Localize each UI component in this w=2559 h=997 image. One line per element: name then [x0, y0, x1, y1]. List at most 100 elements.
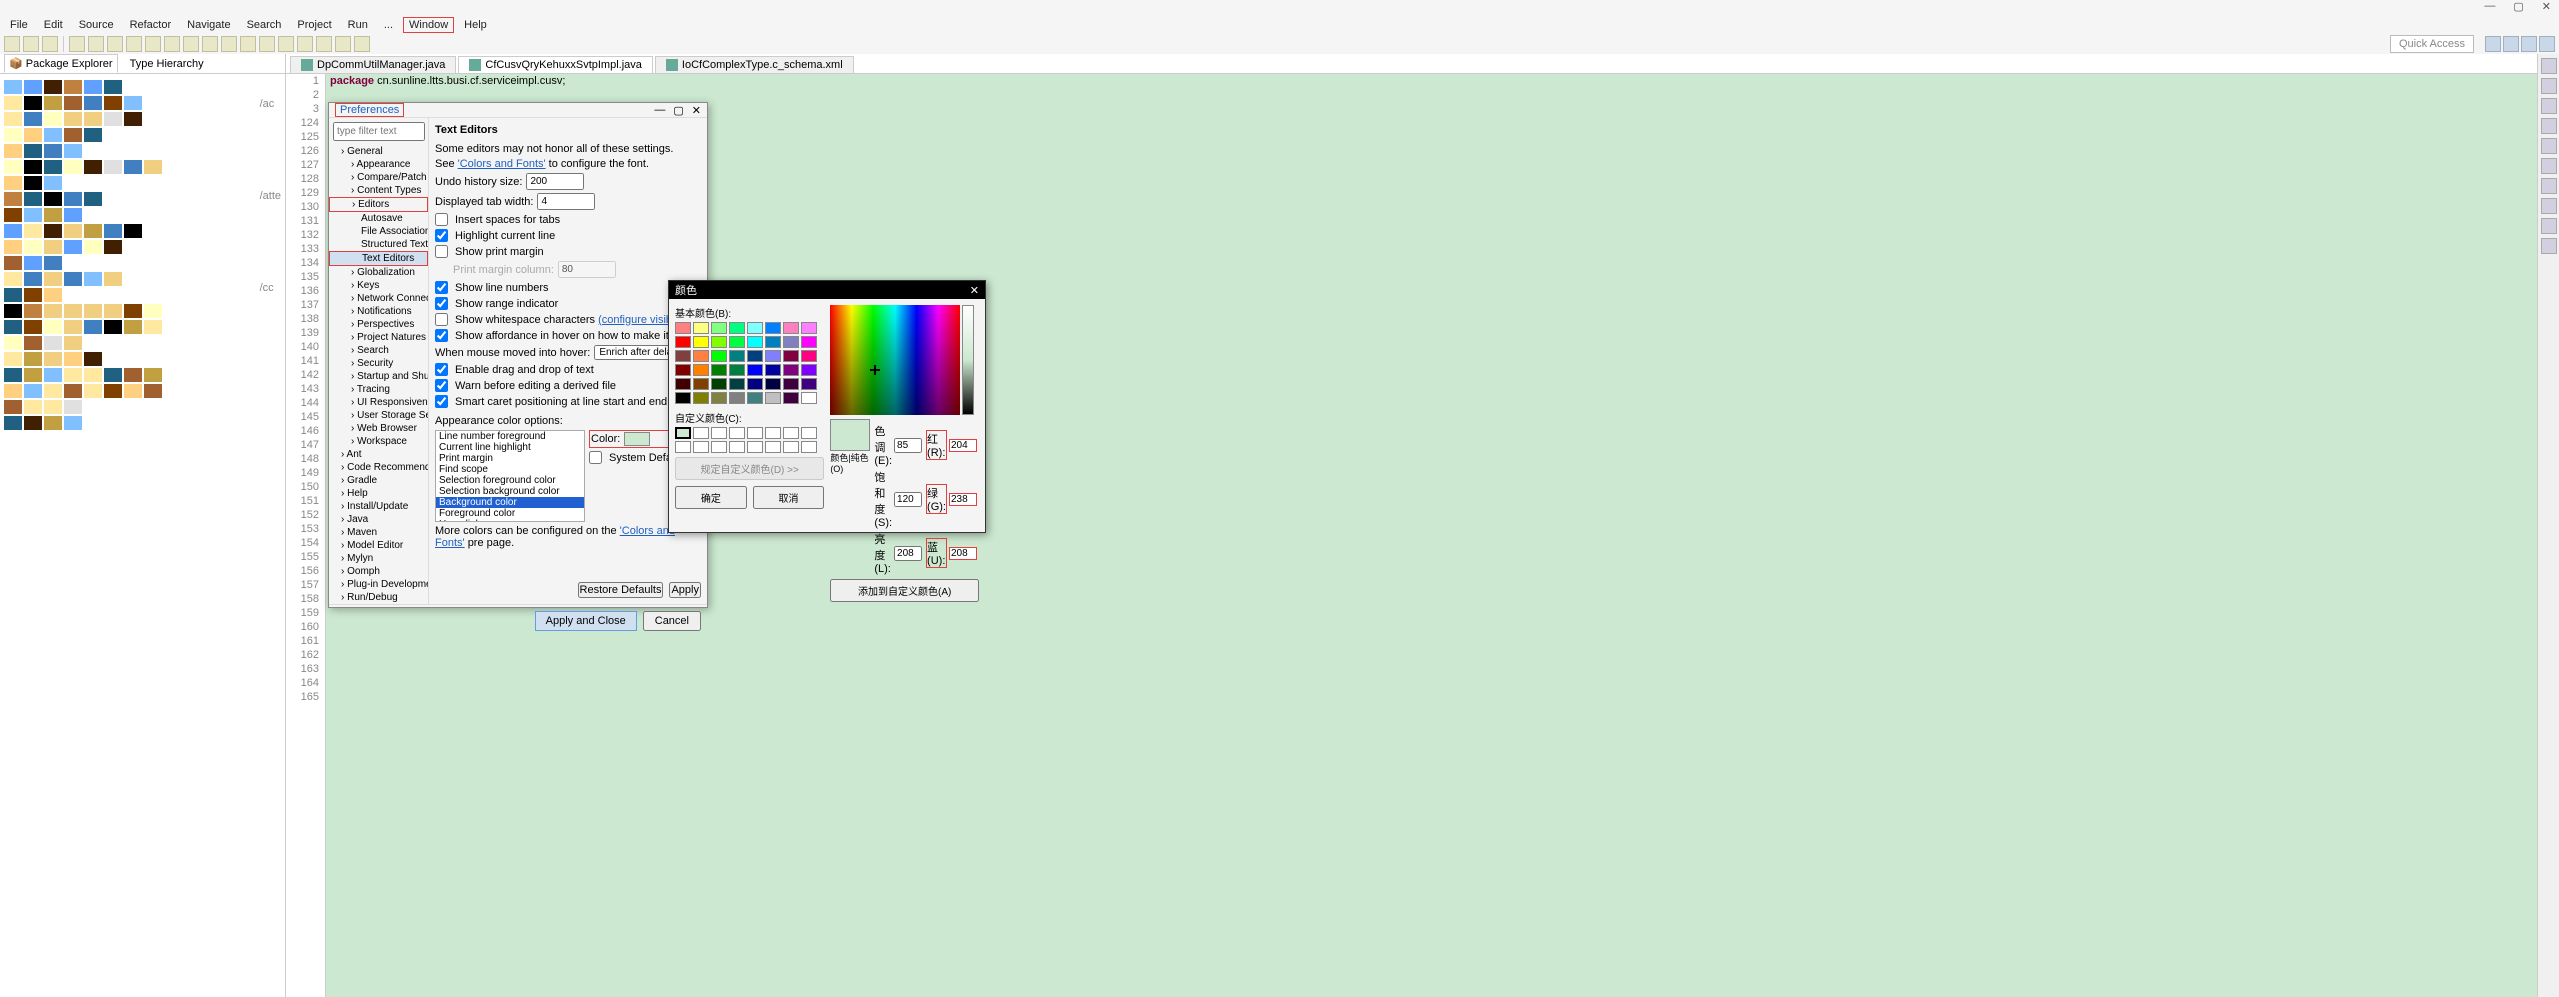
basic-color-swatch[interactable]: [693, 336, 709, 348]
nav-item[interactable]: Autosave: [329, 212, 428, 225]
color-option[interactable]: Foreground color: [436, 508, 584, 519]
tree-item[interactable]: [44, 256, 62, 270]
basic-color-swatch[interactable]: [747, 336, 763, 348]
tree-item[interactable]: [44, 368, 62, 382]
right-toolbar-button[interactable]: [2541, 238, 2557, 254]
nav-item[interactable]: › Notifications: [329, 305, 428, 318]
custom-color-swatch[interactable]: [783, 441, 799, 453]
toolbar-button[interactable]: [126, 36, 142, 52]
tree-item[interactable]: [124, 304, 142, 318]
tree-item[interactable]: [104, 384, 122, 398]
basic-color-swatch[interactable]: [711, 322, 727, 334]
tree-item[interactable]: [44, 320, 62, 334]
color-option[interactable]: Background color: [436, 497, 584, 508]
smart-caret-checkbox[interactable]: [435, 395, 448, 408]
color-option[interactable]: Selection foreground color: [436, 475, 584, 486]
tree-item[interactable]: [124, 160, 142, 174]
custom-color-swatch[interactable]: [765, 427, 781, 439]
basic-color-swatch[interactable]: [765, 322, 781, 334]
color-option[interactable]: Find scope: [436, 464, 584, 475]
tree-item[interactable]: [24, 240, 42, 254]
basic-color-swatch[interactable]: [765, 350, 781, 362]
tree-item[interactable]: [24, 272, 42, 286]
tree-item[interactable]: [4, 240, 22, 254]
color-swatch-button[interactable]: [624, 432, 650, 446]
nav-item[interactable]: › Code Recommenders: [329, 461, 428, 474]
nav-item[interactable]: › Install/Update: [329, 500, 428, 513]
tree-item[interactable]: [4, 112, 22, 126]
tree-item[interactable]: [84, 272, 102, 286]
tree-item[interactable]: [24, 96, 42, 110]
nav-item[interactable]: › Perspectives: [329, 318, 428, 331]
toolbar-button[interactable]: [221, 36, 237, 52]
tree-item[interactable]: [4, 256, 22, 270]
basic-color-swatch[interactable]: [711, 378, 727, 390]
menu-item-file[interactable]: File: [4, 17, 34, 33]
restore-defaults-button[interactable]: Restore Defaults: [578, 582, 664, 598]
nav-item[interactable]: › Appearance: [329, 158, 428, 171]
tree-item[interactable]: [64, 208, 82, 222]
basic-color-swatch[interactable]: [765, 378, 781, 390]
nav-item[interactable]: › Compare/Patch: [329, 171, 428, 184]
color-option[interactable]: Current line highlight: [436, 442, 584, 453]
basic-color-swatch[interactable]: [801, 378, 817, 390]
basic-color-swatch[interactable]: [783, 378, 799, 390]
toolbar-button[interactable]: [316, 36, 332, 52]
basic-color-swatch[interactable]: [747, 378, 763, 390]
green-input[interactable]: [949, 493, 977, 506]
toolbar-button[interactable]: [202, 36, 218, 52]
tree-item[interactable]: [64, 304, 82, 318]
basic-color-swatch[interactable]: [675, 336, 691, 348]
tree-item[interactable]: [24, 336, 42, 350]
tree-item[interactable]: [84, 112, 102, 126]
tree-item[interactable]: [64, 128, 82, 142]
nav-item[interactable]: Structured Text: [329, 238, 428, 251]
toolbar-button[interactable]: [4, 36, 20, 52]
basic-color-swatch[interactable]: [729, 392, 745, 404]
custom-color-swatch[interactable]: [729, 427, 745, 439]
toolbar-button[interactable]: [278, 36, 294, 52]
tree-item[interactable]: [4, 144, 22, 158]
tree-item[interactable]: [64, 352, 82, 366]
tree-item[interactable]: [84, 192, 102, 206]
tree-item[interactable]: [64, 144, 82, 158]
nav-item[interactable]: › Workspace: [329, 435, 428, 448]
tree-item[interactable]: [124, 224, 142, 238]
tab-width-input[interactable]: [537, 193, 595, 210]
tree-item[interactable]: [4, 128, 22, 142]
tree-item[interactable]: [84, 80, 102, 94]
tree-item[interactable]: [44, 144, 62, 158]
tree-item[interactable]: [24, 304, 42, 318]
tree-item[interactable]: [84, 320, 102, 334]
affordance-checkbox[interactable]: [435, 329, 448, 342]
basic-color-swatch[interactable]: [729, 350, 745, 362]
color-option[interactable]: Selection background color: [436, 486, 584, 497]
basic-color-swatch[interactable]: [711, 364, 727, 376]
tree-item[interactable]: [44, 336, 62, 350]
line-numbers-checkbox[interactable]: [435, 281, 448, 294]
tree-item[interactable]: [104, 80, 122, 94]
basic-color-swatch[interactable]: [675, 378, 691, 390]
tree-item[interactable]: [4, 288, 22, 302]
hue-input[interactable]: [894, 438, 922, 453]
toolbar-button[interactable]: [297, 36, 313, 52]
custom-color-swatch[interactable]: [801, 441, 817, 453]
menu-item-search[interactable]: Search: [241, 17, 288, 33]
color-dialog-close-icon[interactable]: ✕: [970, 284, 979, 297]
nav-item[interactable]: › Tracing: [329, 383, 428, 396]
toolbar-button[interactable]: [107, 36, 123, 52]
perspective-button[interactable]: [2485, 36, 2501, 52]
tree-item[interactable]: [4, 272, 22, 286]
dialog-minimize-icon[interactable]: —: [654, 104, 665, 117]
nav-item[interactable]: › Search: [329, 344, 428, 357]
nav-item[interactable]: › Java: [329, 513, 428, 526]
basic-color-swatch[interactable]: [801, 336, 817, 348]
tree-item[interactable]: [124, 96, 142, 110]
tree-item[interactable]: [24, 144, 42, 158]
custom-color-swatch[interactable]: [693, 427, 709, 439]
basic-color-swatch[interactable]: [693, 378, 709, 390]
tree-item[interactable]: [44, 272, 62, 286]
tree-item[interactable]: [4, 352, 22, 366]
system-default-checkbox[interactable]: [589, 451, 602, 464]
tree-item[interactable]: [84, 224, 102, 238]
